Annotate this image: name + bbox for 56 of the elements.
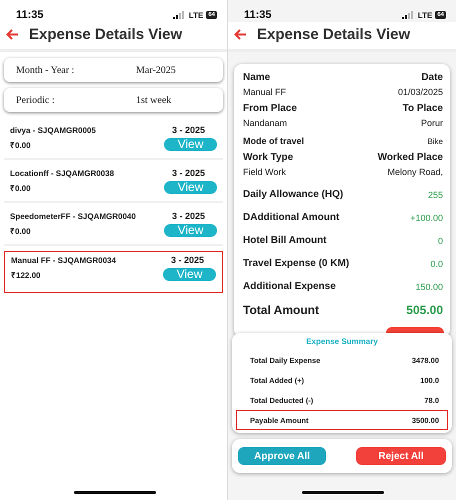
detail-value: To Place bbox=[402, 103, 443, 114]
period-text: 3 - 2025 bbox=[172, 125, 205, 135]
detail-label: Field Work bbox=[243, 167, 286, 177]
detail-value: 01/03/2025 bbox=[398, 87, 443, 97]
employee-name: divya - SJQAMGR0005 bbox=[10, 126, 96, 134]
status-time: 11:35 bbox=[16, 9, 44, 21]
period-text: 3 - 2025 bbox=[172, 211, 205, 221]
network-label: LTE bbox=[188, 10, 204, 20]
highlighted-expense-row[interactable]: Manual FF - SJQAMGR0034 3 - 2025 ₹122.00 View bbox=[4, 251, 223, 293]
network-label: LTE bbox=[418, 10, 432, 20]
filter-value: Mar-2025 bbox=[136, 64, 176, 76]
employee-name: Manual FF - SJQAMGR0034 bbox=[11, 256, 116, 264]
filter-label: Month - Year : bbox=[16, 64, 76, 76]
detail-value: 505.00 bbox=[406, 303, 443, 317]
detail-label: Name bbox=[243, 72, 270, 83]
detail-label: From Place bbox=[243, 103, 297, 114]
expense-row[interactable]: divya - SJQAMGR0005 3 - 2025 ₹0.00 View bbox=[4, 122, 223, 160]
detail-label: DAdditional Amount bbox=[243, 212, 340, 223]
detail-label: Hotel Bill Amount bbox=[243, 235, 327, 246]
filter-card[interactable]: Month - Year : Mar-2025 bbox=[4, 58, 223, 82]
detail-value: Date bbox=[421, 72, 443, 83]
filter-card[interactable]: Periodic : 1st week bbox=[4, 88, 223, 112]
detail-value: Bike bbox=[427, 136, 443, 146]
expense-row[interactable]: SpeedometerFF - SJQAMGR0040 3 - 2025 ₹0.00 View bbox=[4, 208, 223, 246]
summary-title: Expense Summary bbox=[306, 337, 378, 346]
amount-text: ₹122.00 bbox=[11, 270, 40, 280]
detail-value: 0.0 bbox=[430, 258, 443, 268]
employee-name: SpeedometerFF - SJQAMGR0040 bbox=[10, 212, 136, 220]
detail-label: Mode of travel bbox=[243, 136, 304, 146]
period-text: 3 - 2025 bbox=[172, 168, 205, 178]
detail-label: Nandanam bbox=[243, 118, 288, 128]
expense-row[interactable]: Locationff - SJQAMGR0038 3 - 2025 ₹0.00 View bbox=[4, 165, 223, 203]
detail-value: Melony Road, bbox=[387, 167, 443, 177]
page-title: Expense Details View bbox=[29, 26, 182, 43]
period-text: 3 - 2025 bbox=[170, 255, 204, 265]
page-title: Expense Details View bbox=[257, 26, 410, 43]
detail-value: 255 bbox=[428, 190, 443, 200]
detail-value: Porur bbox=[420, 118, 443, 128]
detail-value: +100.00 bbox=[410, 212, 443, 222]
amount-text: ₹0.00 bbox=[10, 226, 31, 236]
employee-name: Locationff - SJQAMGR0038 bbox=[10, 168, 114, 178]
detail-value: 0 bbox=[438, 236, 443, 246]
detail-label: Total Amount bbox=[243, 303, 319, 317]
detail-value: Worked Place bbox=[378, 152, 443, 163]
detail-label: Work Type bbox=[243, 152, 294, 163]
detail-value: 150.00 bbox=[415, 282, 443, 292]
status-time: 11:35 bbox=[244, 9, 272, 21]
amount-text: ₹0.00 bbox=[10, 140, 31, 150]
reject-button[interactable]: Reject All bbox=[356, 447, 446, 465]
detail-label: Additional Expense bbox=[243, 281, 336, 292]
detail-label: Manual FF bbox=[243, 87, 286, 97]
detail-label: Daily Allowance (HQ) bbox=[243, 189, 344, 200]
amount-text: ₹0.00 bbox=[10, 183, 31, 193]
filter-value: 1st week bbox=[136, 94, 172, 106]
detail-label: Travel Expense (0 KM) bbox=[243, 258, 350, 269]
filter-label: Periodic : bbox=[16, 94, 56, 106]
